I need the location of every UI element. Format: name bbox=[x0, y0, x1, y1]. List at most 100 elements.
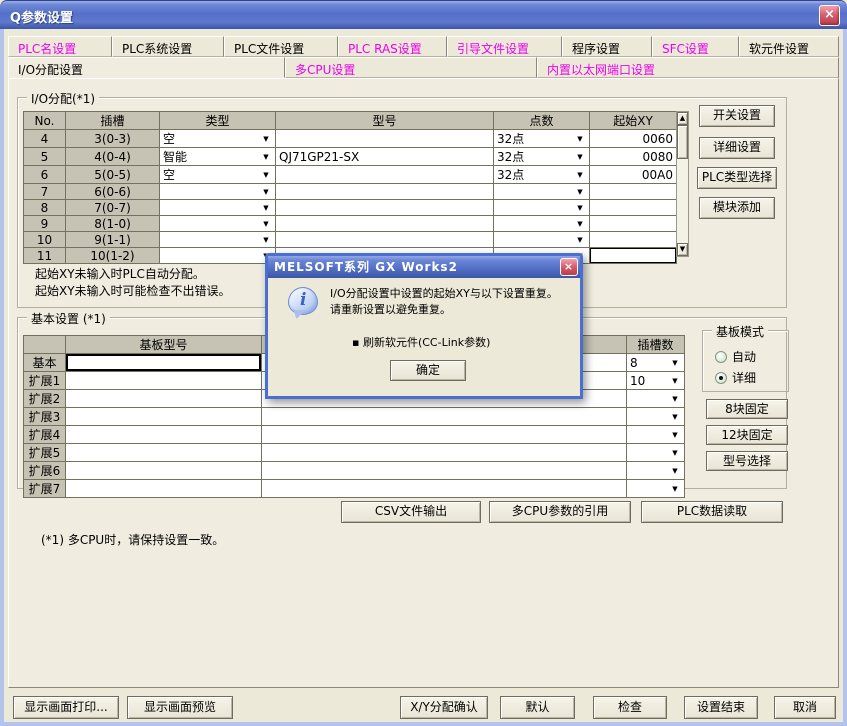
base-slots-dropdown[interactable]: ▼ bbox=[627, 408, 685, 426]
base-slots-dropdown[interactable]: 8▼ bbox=[627, 354, 685, 372]
tab-软元件设置[interactable]: 软元件设置 bbox=[739, 36, 839, 57]
button-显示画面打印...[interactable]: 显示画面打印... bbox=[13, 696, 119, 719]
base-model-cell[interactable] bbox=[66, 408, 262, 426]
io-type-dropdown[interactable]: ▼ bbox=[160, 248, 276, 264]
chevron-down-icon[interactable]: ▼ bbox=[260, 201, 272, 215]
scroll-down-icon[interactable]: ▼ bbox=[677, 243, 688, 256]
chevron-down-icon[interactable]: ▼ bbox=[669, 428, 681, 442]
io-model-cell[interactable]: QJ71GP21-SX bbox=[276, 148, 494, 166]
chevron-down-icon[interactable]: ▼ bbox=[669, 374, 681, 388]
chevron-down-icon[interactable]: ▼ bbox=[669, 464, 681, 478]
chevron-down-icon[interactable]: ▼ bbox=[574, 132, 586, 146]
window-titlebar[interactable]: Q参数设置 × bbox=[0, 0, 847, 29]
io-points-dropdown[interactable]: ▼ bbox=[494, 232, 590, 248]
io-type-dropdown[interactable]: ▼ bbox=[160, 232, 276, 248]
io-model-cell[interactable] bbox=[276, 166, 494, 184]
button-PLC数据读取[interactable]: PLC数据读取 bbox=[641, 501, 783, 523]
base-mid-cell[interactable] bbox=[262, 408, 627, 426]
tab-引导文件设置[interactable]: 引导文件设置 bbox=[447, 36, 562, 57]
io-startxy-cell[interactable]: 0080 bbox=[590, 148, 677, 166]
base-model-cell[interactable] bbox=[66, 462, 262, 480]
io-points-dropdown[interactable]: ▼ bbox=[494, 184, 590, 200]
base-mid-cell[interactable] bbox=[262, 480, 627, 498]
radio-icon[interactable] bbox=[715, 351, 727, 363]
radio-详细[interactable]: 详细 bbox=[715, 369, 756, 386]
chevron-down-icon[interactable]: ▼ bbox=[574, 233, 586, 247]
io-type-dropdown[interactable]: 空▼ bbox=[160, 166, 276, 184]
chevron-down-icon[interactable]: ▼ bbox=[574, 150, 586, 164]
io-type-dropdown[interactable]: 智能▼ bbox=[160, 148, 276, 166]
tab-SFC设置[interactable]: SFC设置 bbox=[652, 36, 739, 57]
chevron-down-icon[interactable]: ▼ bbox=[669, 356, 681, 370]
chevron-down-icon[interactable]: ▼ bbox=[260, 233, 272, 247]
chevron-down-icon[interactable]: ▼ bbox=[669, 392, 681, 406]
io-type-dropdown[interactable]: ▼ bbox=[160, 184, 276, 200]
base-slots-dropdown[interactable]: 10▼ bbox=[627, 372, 685, 390]
io-startxy-cell[interactable] bbox=[590, 248, 677, 264]
tab-多CPU设置[interactable]: 多CPU设置 bbox=[285, 57, 537, 78]
tab-PLC RAS设置[interactable]: PLC RAS设置 bbox=[338, 36, 447, 57]
base-model-cell[interactable] bbox=[66, 354, 262, 372]
base-model-cell[interactable] bbox=[66, 372, 262, 390]
io-model-cell[interactable] bbox=[276, 216, 494, 232]
base-model-cell[interactable] bbox=[66, 426, 262, 444]
io-points-dropdown[interactable]: 32点▼ bbox=[494, 166, 590, 184]
tab-程序设置[interactable]: 程序设置 bbox=[562, 36, 652, 57]
io-model-cell[interactable] bbox=[276, 184, 494, 200]
io-type-dropdown[interactable]: ▼ bbox=[160, 200, 276, 216]
io-table-scrollbar[interactable]: ▲ ▼ bbox=[676, 111, 689, 257]
io-model-cell[interactable] bbox=[276, 200, 494, 216]
base-mid-cell[interactable] bbox=[262, 444, 627, 462]
base-model-cell[interactable] bbox=[66, 444, 262, 462]
base-model-cell[interactable] bbox=[66, 390, 262, 408]
tab-PLC系统设置[interactable]: PLC系统设置 bbox=[112, 36, 224, 57]
chevron-down-icon[interactable]: ▼ bbox=[260, 217, 272, 231]
button-默认[interactable]: 默认 bbox=[500, 696, 575, 719]
button-CSV文件输出[interactable]: CSV文件输出 bbox=[341, 501, 481, 523]
io-startxy-cell[interactable]: 0060 bbox=[590, 130, 677, 148]
io-points-dropdown[interactable]: ▼ bbox=[494, 216, 590, 232]
close-icon[interactable]: × bbox=[819, 5, 840, 26]
io-startxy-cell[interactable] bbox=[590, 216, 677, 232]
radio-自动[interactable]: 自动 bbox=[715, 348, 756, 365]
chevron-down-icon[interactable]: ▼ bbox=[260, 150, 272, 164]
tab-I/O分配设置[interactable]: I/O分配设置 bbox=[8, 57, 285, 78]
button-PLC类型选择[interactable]: PLC类型选择 bbox=[697, 167, 777, 189]
button-8块固定[interactable]: 8块固定 bbox=[706, 399, 788, 419]
ok-button[interactable]: 确定 bbox=[390, 360, 466, 381]
tab-内置以太网端口设置[interactable]: 内置以太网端口设置 bbox=[537, 57, 839, 78]
dialog-close-icon[interactable]: × bbox=[560, 258, 578, 276]
button-模块添加[interactable]: 模块添加 bbox=[699, 197, 775, 219]
io-model-cell[interactable] bbox=[276, 130, 494, 148]
button-12块固定[interactable]: 12块固定 bbox=[706, 425, 788, 445]
base-slots-dropdown[interactable]: ▼ bbox=[627, 480, 685, 498]
button-取消[interactable]: 取消 bbox=[774, 696, 836, 719]
chevron-down-icon[interactable]: ▼ bbox=[669, 482, 681, 496]
io-startxy-cell[interactable]: 00A0 bbox=[590, 166, 677, 184]
io-model-cell[interactable] bbox=[276, 232, 494, 248]
button-详细设置[interactable]: 详细设置 bbox=[699, 137, 775, 159]
chevron-down-icon[interactable]: ▼ bbox=[260, 132, 272, 146]
base-mid-cell[interactable] bbox=[262, 426, 627, 444]
button-型号选择[interactable]: 型号选择 bbox=[706, 451, 788, 471]
base-mid-cell[interactable] bbox=[262, 462, 627, 480]
io-startxy-cell[interactable] bbox=[590, 232, 677, 248]
io-points-dropdown[interactable]: ▼ bbox=[494, 200, 590, 216]
button-显示画面预览[interactable]: 显示画面预览 bbox=[127, 696, 233, 719]
scroll-up-icon[interactable]: ▲ bbox=[677, 112, 688, 125]
base-model-cell[interactable] bbox=[66, 480, 262, 498]
button-设置结束[interactable]: 设置结束 bbox=[684, 696, 758, 719]
base-slots-dropdown[interactable]: ▼ bbox=[627, 390, 685, 408]
io-points-dropdown[interactable]: 32点▼ bbox=[494, 148, 590, 166]
io-startxy-cell[interactable] bbox=[590, 184, 677, 200]
chevron-down-icon[interactable]: ▼ bbox=[669, 446, 681, 460]
chevron-down-icon[interactable]: ▼ bbox=[574, 217, 586, 231]
base-slots-dropdown[interactable]: ▼ bbox=[627, 462, 685, 480]
io-points-dropdown[interactable]: 32点▼ bbox=[494, 130, 590, 148]
button-开关设置[interactable]: 开关设置 bbox=[699, 105, 775, 127]
chevron-down-icon[interactable]: ▼ bbox=[260, 168, 272, 182]
io-type-dropdown[interactable]: ▼ bbox=[160, 216, 276, 232]
tab-PLC文件设置[interactable]: PLC文件设置 bbox=[224, 36, 338, 57]
button-X/Y分配确认[interactable]: X/Y分配确认 bbox=[400, 696, 488, 719]
button-检查[interactable]: 检查 bbox=[593, 696, 667, 719]
